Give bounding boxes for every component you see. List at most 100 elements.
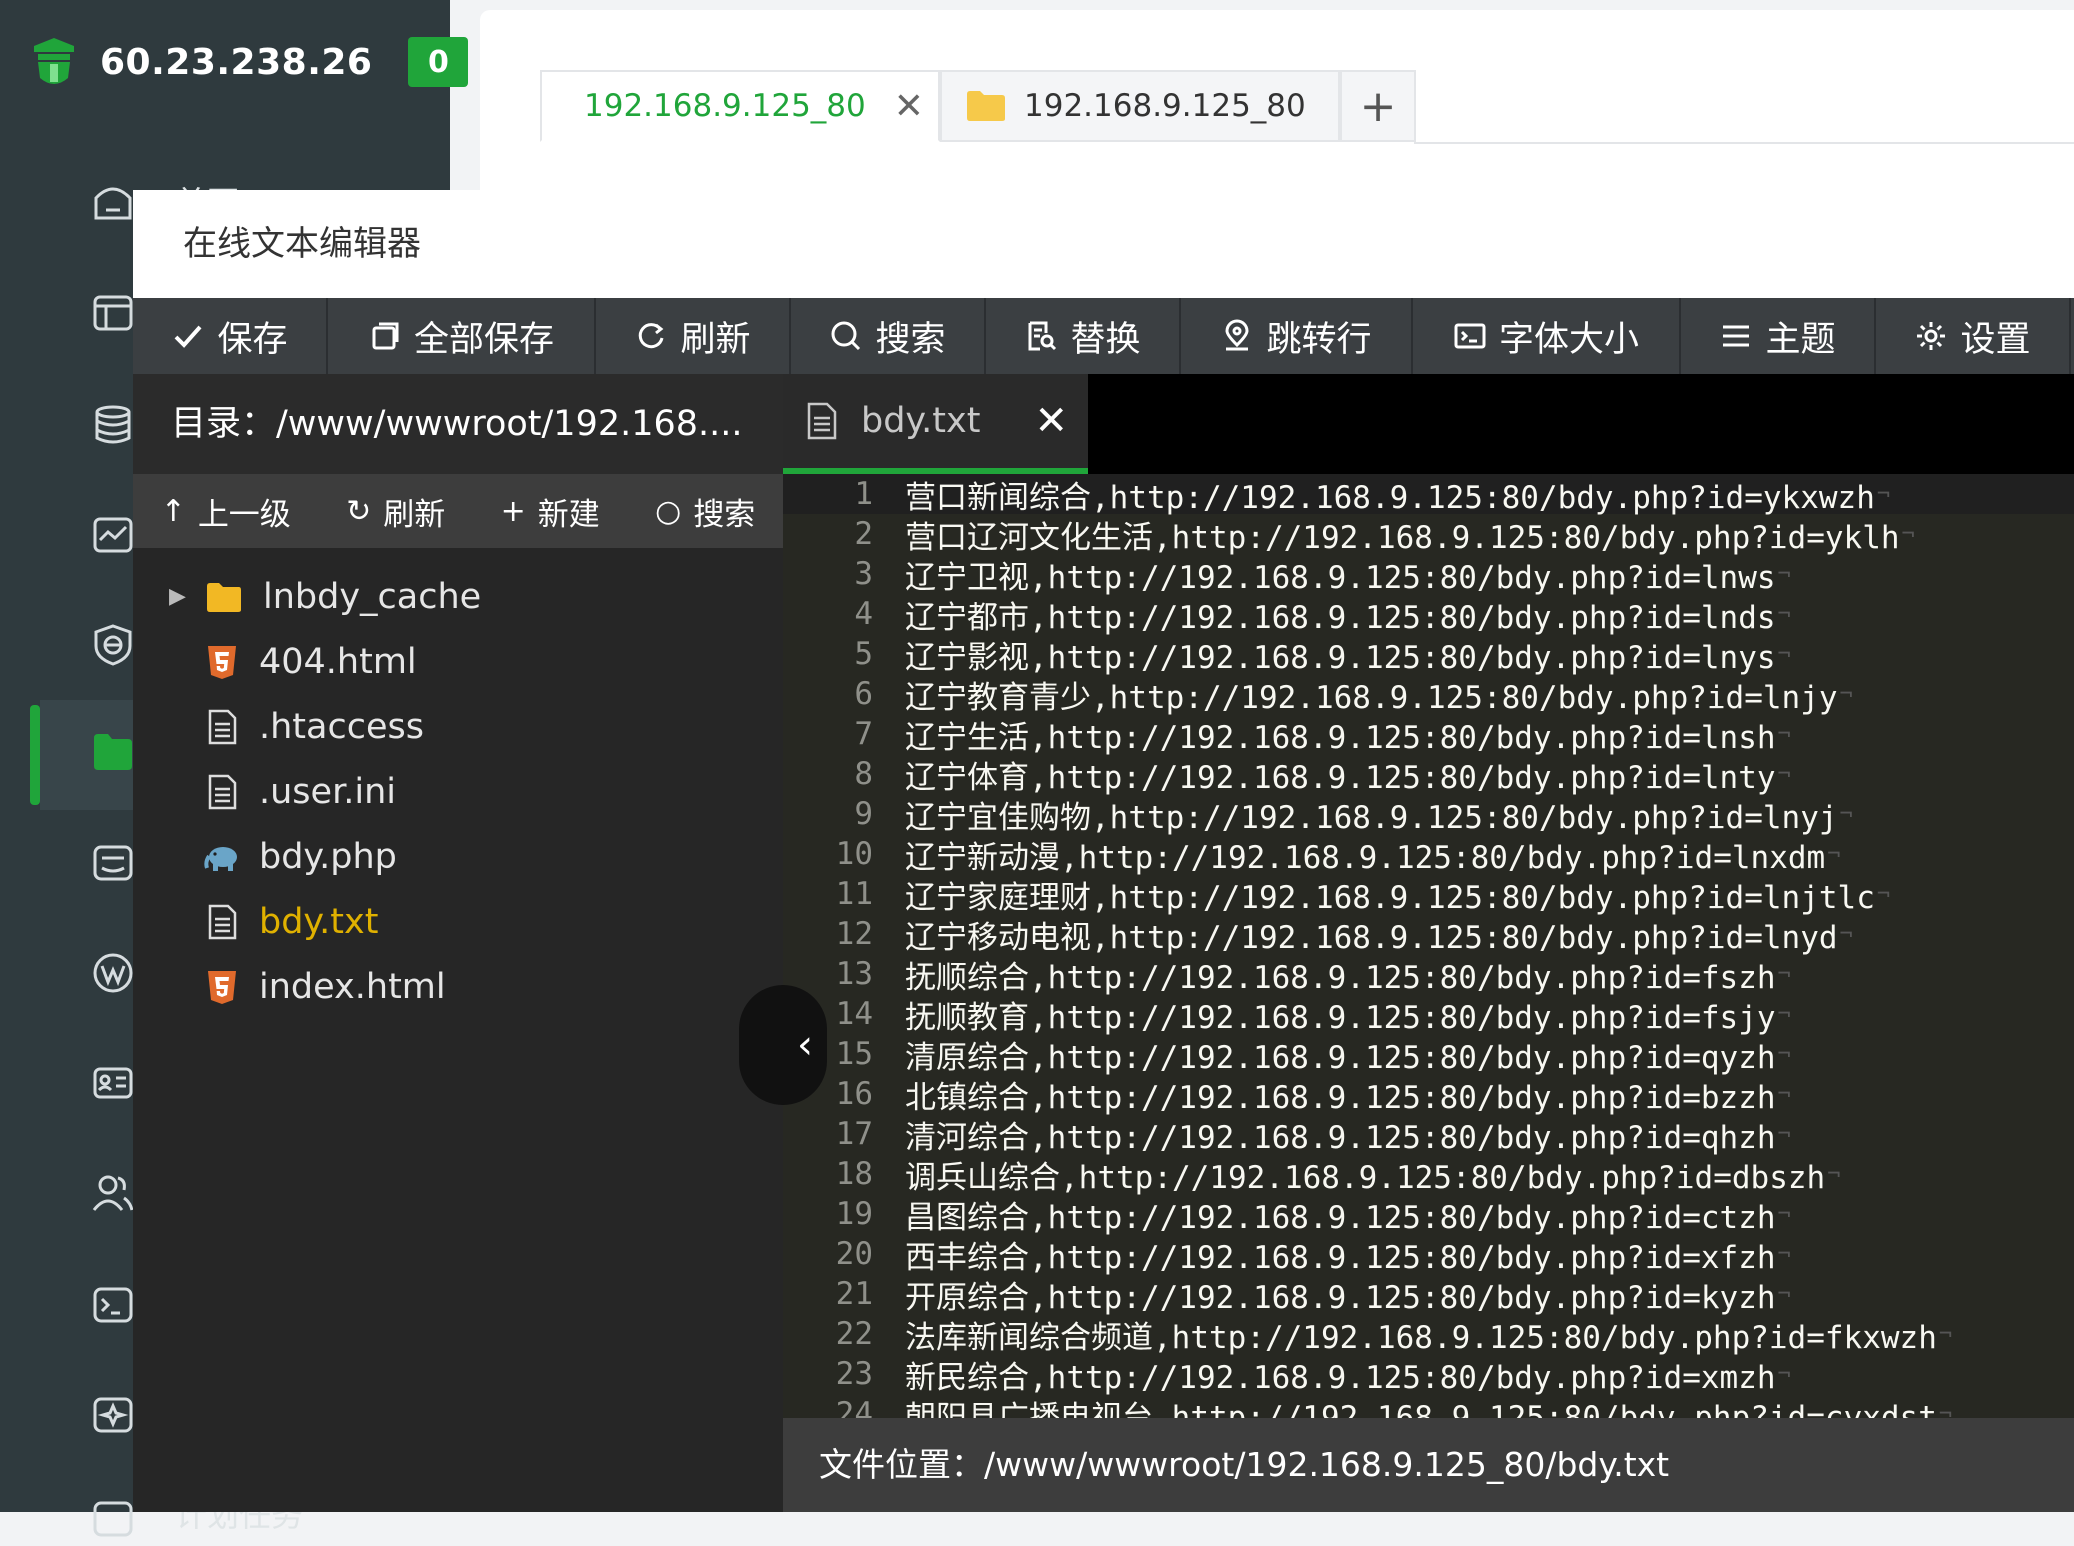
users-icon[interactable] [90, 1170, 136, 1216]
newline-marker-icon: ¬ [1777, 761, 1791, 787]
line-text: 西丰综合,http://192.168.9.125:80/bdy.php?id=… [905, 1239, 1776, 1276]
line-text: 昌图综合,http://192.168.9.125:80/bdy.php?id=… [905, 1199, 1776, 1236]
new-file-button[interactable]: + 新建 [501, 489, 600, 534]
document-icon [807, 402, 837, 440]
newline-marker-icon: ¬ [1777, 961, 1791, 987]
tab-site-2[interactable]: 192.168.9.125_80 [940, 70, 1340, 142]
code-line: 11 辽宁家庭理财,http://192.168.9.125:80/bdy.php… [783, 874, 2074, 916]
line-text: 开原综合,http://192.168.9.125:80/bdy.php?id=… [905, 1279, 1776, 1316]
line-text: 抚顺教育,http://192.168.9.125:80/bdy.php?id=… [905, 999, 1776, 1036]
line-number: 21 [835, 1276, 873, 1312]
code-line: 16 北镇综合,http://192.168.9.125:80/bdy.php?i… [783, 1074, 2074, 1116]
goto-line-button[interactable]: 跳转行 [1181, 298, 1413, 374]
file-item[interactable]: .htaccess [133, 694, 783, 759]
files-folder-icon[interactable] [90, 728, 136, 774]
newline-marker-icon: ¬ [1777, 1081, 1791, 1107]
code-line: 17 清河综合,http://192.168.9.125:80/bdy.php?i… [783, 1114, 2074, 1156]
code-line: 21 开原综合,http://192.168.9.125:80/bdy.php?i… [783, 1274, 2074, 1316]
theme-label: 主题 [1765, 319, 1836, 360]
newline-marker-icon: ¬ [1777, 561, 1791, 587]
check-icon [171, 319, 205, 353]
tab-site-1[interactable]: 192.168.9.125_80 ✕ [540, 70, 940, 142]
tree-search-label: 搜索 [693, 496, 756, 533]
settings-button[interactable]: 设置 [1876, 298, 2071, 374]
home-icon[interactable] [90, 178, 136, 224]
newline-marker-icon: ¬ [1876, 881, 1891, 907]
line-text: 新民综合,http://192.168.9.125:80/bdy.php?id=… [905, 1359, 1776, 1396]
line-number: 11 [835, 876, 873, 912]
add-tab-button[interactable]: + [1340, 70, 1416, 142]
line-number: 6 [854, 676, 873, 712]
tree-search-button[interactable]: ○ 搜索 [655, 489, 755, 534]
replace-button[interactable]: 替换 [986, 298, 1181, 374]
refresh-button[interactable]: 刷新 [596, 298, 791, 374]
file-item[interactable]: .user.ini [133, 759, 783, 824]
file-item[interactable]: index.html [133, 954, 783, 1019]
line-number: 12 [835, 916, 873, 952]
gear-icon [1914, 319, 1948, 353]
close-icon[interactable]: ✕ [1034, 398, 1068, 444]
line-number: 20 [835, 1236, 873, 1272]
tree-refresh-label: 刷新 [383, 496, 446, 533]
text-file-icon [203, 903, 241, 941]
notification-badge[interactable]: 0 [408, 37, 469, 87]
search-button[interactable]: 搜索 [791, 298, 986, 374]
editor-tab-label: bdy.txt [861, 401, 981, 441]
newline-marker-icon: ¬ [1777, 601, 1791, 627]
directory-path: 目录：/www/wwwroot/192.168.... [133, 374, 783, 474]
file-item-selected[interactable]: bdy.txt [133, 889, 783, 954]
newline-marker-icon: ¬ [1777, 1201, 1791, 1227]
file-item[interactable]: bdy.php [133, 824, 783, 889]
wordpress-icon[interactable] [90, 950, 136, 996]
folder-icon [205, 578, 245, 616]
code-editor: bdy.txt ✕ 1 营口新闻综合,http://192.168.9.125:8… [783, 374, 2074, 1512]
security-shield-icon[interactable] [90, 622, 136, 668]
code-area[interactable]: 1 营口新闻综合,http://192.168.9.125:80/bdy.php?… [783, 474, 2074, 1418]
html5-icon [203, 643, 241, 681]
line-number: 7 [854, 716, 873, 752]
code-line: 23 新民综合,http://192.168.9.125:80/bdy.php?i… [783, 1354, 2074, 1396]
line-number: 4 [854, 596, 873, 632]
file-item[interactable]: ▶ lnbdy_cache [133, 564, 783, 629]
newline-marker-icon: ¬ [1777, 1121, 1791, 1147]
theme-button[interactable]: 主题 [1681, 298, 1876, 374]
save-all-button[interactable]: 全部保存 [328, 298, 596, 374]
bt-logo-icon [34, 38, 74, 84]
plugin-icon[interactable] [90, 1392, 136, 1438]
cron-icon[interactable] [90, 1496, 136, 1542]
file-item[interactable]: 404.html [133, 629, 783, 694]
code-line: 6 辽宁教育青少,http://192.168.9.125:80/bdy.php?… [783, 674, 2074, 716]
new-file-label: 新建 [537, 496, 600, 533]
newline-marker-icon: ¬ [1827, 841, 1841, 867]
terminal-icon[interactable] [90, 1282, 136, 1328]
line-text: 朝阳县广播电视台,http://192.168.9.125:80/bdy.php… [905, 1399, 1937, 1419]
line-text: 法库新闻综合频道,http://192.168.9.125:80/bdy.php… [905, 1319, 1937, 1356]
monitor-icon[interactable] [90, 512, 136, 558]
log-icon[interactable] [90, 840, 136, 886]
replace-label: 替换 [1070, 319, 1141, 360]
menu-icon [1719, 319, 1753, 353]
database-icon[interactable] [90, 402, 136, 448]
code-line: 4 辽宁都市,http://192.168.9.125:80/bdy.php?id… [783, 594, 2074, 636]
tree-actions: ↑ 上一级 ↻ 刷新 + 新建 ○ 搜索 [133, 474, 783, 548]
newline-marker-icon: ¬ [1938, 1401, 1953, 1419]
editor-tab-bdy-txt[interactable]: bdy.txt ✕ [783, 374, 1088, 474]
expand-arrow-icon[interactable]: ▶ [169, 584, 186, 609]
account-card-icon[interactable] [90, 1060, 136, 1106]
plus-icon: + [1359, 80, 1397, 132]
save-button[interactable]: 保存 [133, 298, 328, 374]
website-icon[interactable] [90, 290, 136, 336]
file-name: 404.html [259, 641, 417, 682]
file-name: lnbdy_cache [263, 576, 482, 617]
font-size-button[interactable]: 字体大小 [1413, 298, 1681, 374]
go-up-button[interactable]: ↑ 上一级 [161, 489, 291, 534]
search-icon: ○ [655, 493, 682, 529]
tree-refresh-button[interactable]: ↻ 刷新 [346, 489, 445, 534]
file-name: index.html [259, 966, 446, 1007]
location-icon [1220, 319, 1254, 353]
dialog-title: 在线文本编辑器 [133, 190, 2074, 298]
code-line: 22 法库新闻综合频道,http://192.168.9.125:80/bdy.p… [783, 1314, 2074, 1356]
newline-marker-icon: ¬ [1777, 1361, 1791, 1387]
close-icon[interactable]: ✕ [894, 86, 924, 127]
line-text: 清原综合,http://192.168.9.125:80/bdy.php?id=… [905, 1039, 1776, 1076]
